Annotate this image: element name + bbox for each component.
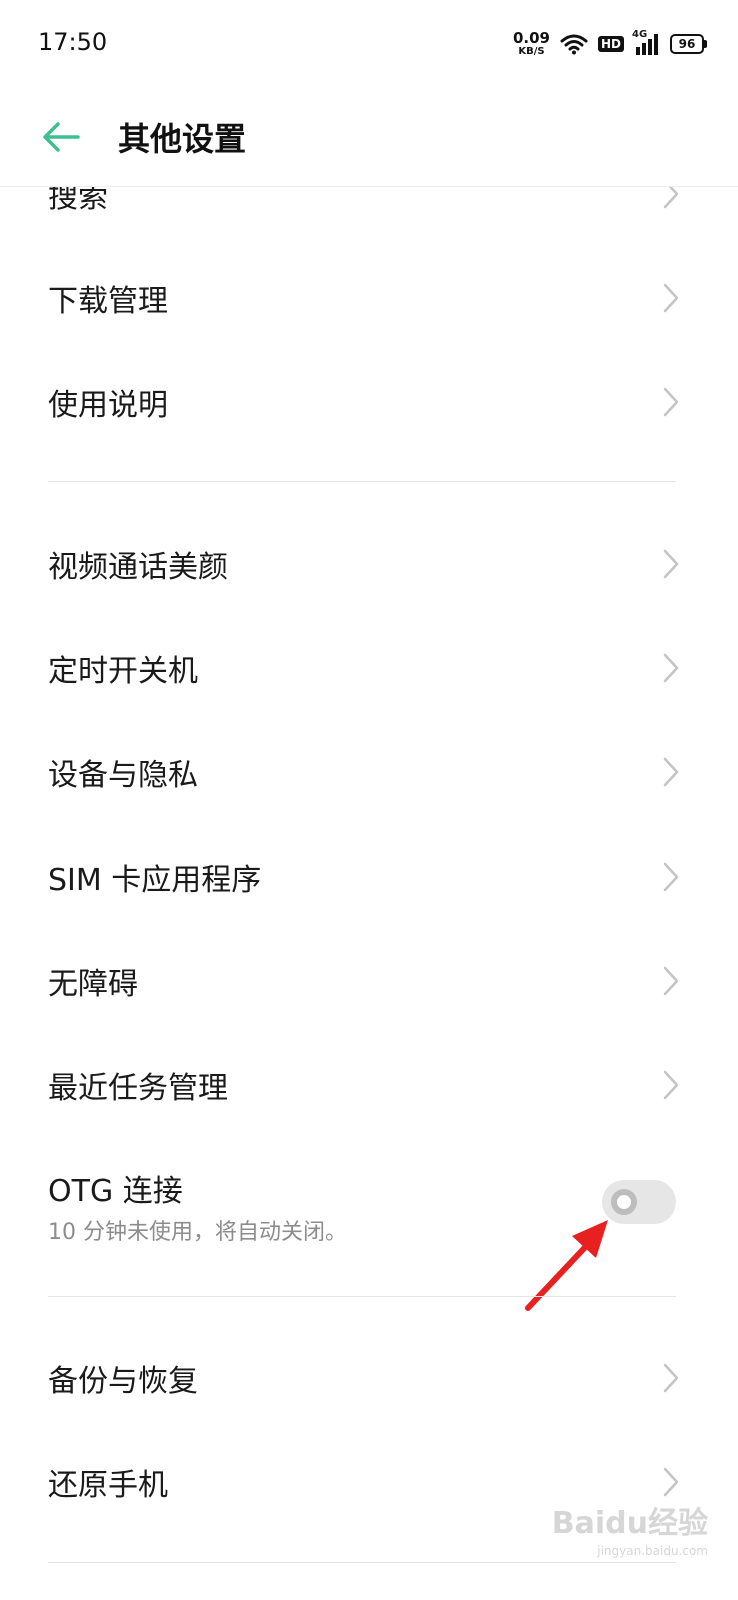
network-speed-unit: KB/S bbox=[518, 46, 545, 57]
watermark-url: jingyan.baidu.com bbox=[597, 1544, 708, 1558]
chevron-right-icon bbox=[663, 1467, 679, 1497]
hd-voice-icon: HD bbox=[597, 36, 624, 52]
settings-item-sim-toolkit[interactable]: SIM 卡应用程序 bbox=[0, 825, 738, 929]
otg-connection-description: 10 分钟未使用，将自动关闭。 bbox=[48, 1220, 347, 1245]
red-annotation-arrow-icon bbox=[525, 1220, 608, 1311]
settings-item-label: 使用说明 bbox=[48, 388, 168, 423]
settings-item-label: 视频通话美颜 bbox=[48, 550, 228, 585]
chevron-right-icon bbox=[663, 387, 679, 417]
chevron-right-icon bbox=[663, 653, 679, 683]
battery-icon: 96 bbox=[670, 34, 707, 54]
chevron-right-icon bbox=[663, 549, 679, 579]
chevron-right-icon bbox=[663, 862, 679, 892]
wifi-icon bbox=[560, 34, 588, 55]
back-arrow-icon[interactable] bbox=[38, 114, 84, 160]
settings-item-label: 设备与隐私 bbox=[48, 758, 198, 793]
chevron-right-icon bbox=[663, 1070, 679, 1100]
settings-item-label: 下载管理 bbox=[48, 284, 168, 319]
network-speed: 0.09 KB/S bbox=[513, 31, 550, 57]
otg-connection-label: OTG 连接 bbox=[48, 1174, 183, 1209]
settings-item-label: 定时开关机 bbox=[48, 654, 198, 689]
settings-item-video-call-beauty[interactable]: 视频通话美颜 bbox=[0, 512, 738, 616]
network-speed-value: 0.09 bbox=[512, 29, 550, 47]
watermark-text: Baidu经验 bbox=[551, 1506, 708, 1541]
battery-level: 96 bbox=[678, 37, 696, 51]
page-title: 其他设置 bbox=[118, 120, 247, 158]
chevron-right-icon bbox=[663, 283, 679, 313]
settings-item-label: 无障碍 bbox=[48, 967, 138, 1002]
section-divider bbox=[48, 1562, 676, 1563]
settings-item-scheduled-power[interactable]: 定时开关机 bbox=[0, 616, 738, 720]
settings-item-label: SIM 卡应用程序 bbox=[48, 863, 262, 898]
cellular-signal-icon: 4G bbox=[632, 29, 660, 55]
settings-item-label: 还原手机 bbox=[48, 1468, 168, 1503]
settings-item-accessibility[interactable]: 无障碍 bbox=[0, 929, 738, 1033]
section-divider bbox=[48, 1296, 676, 1297]
section-divider bbox=[48, 481, 676, 482]
status-bar: 17:50 0.09 KB/S HD 4G 96 bbox=[0, 0, 738, 90]
settings-item-download-manager[interactable]: 下载管理 bbox=[0, 246, 738, 350]
baidu-watermark: Baidu经验 jingyan.baidu.com bbox=[552, 1498, 708, 1558]
settings-item-device-privacy[interactable]: 设备与隐私 bbox=[0, 720, 738, 824]
chevron-right-icon bbox=[663, 966, 679, 996]
settings-item-user-guide[interactable]: 使用说明 bbox=[0, 350, 738, 454]
chevron-right-icon bbox=[663, 757, 679, 787]
settings-item-label: 备份与恢复 bbox=[48, 1364, 198, 1399]
settings-item-label: 最近任务管理 bbox=[48, 1071, 228, 1106]
settings-item-backup-restore[interactable]: 备份与恢复 bbox=[0, 1326, 738, 1430]
header-bar: 其他设置 bbox=[0, 90, 738, 187]
network-type-label: 4G bbox=[632, 29, 648, 40]
chevron-right-icon bbox=[663, 1363, 679, 1393]
settings-item-recent-tasks[interactable]: 最近任务管理 bbox=[0, 1033, 738, 1137]
status-icons: 0.09 KB/S HD 4G 96 bbox=[513, 26, 707, 62]
status-time: 17:50 bbox=[38, 28, 108, 56]
